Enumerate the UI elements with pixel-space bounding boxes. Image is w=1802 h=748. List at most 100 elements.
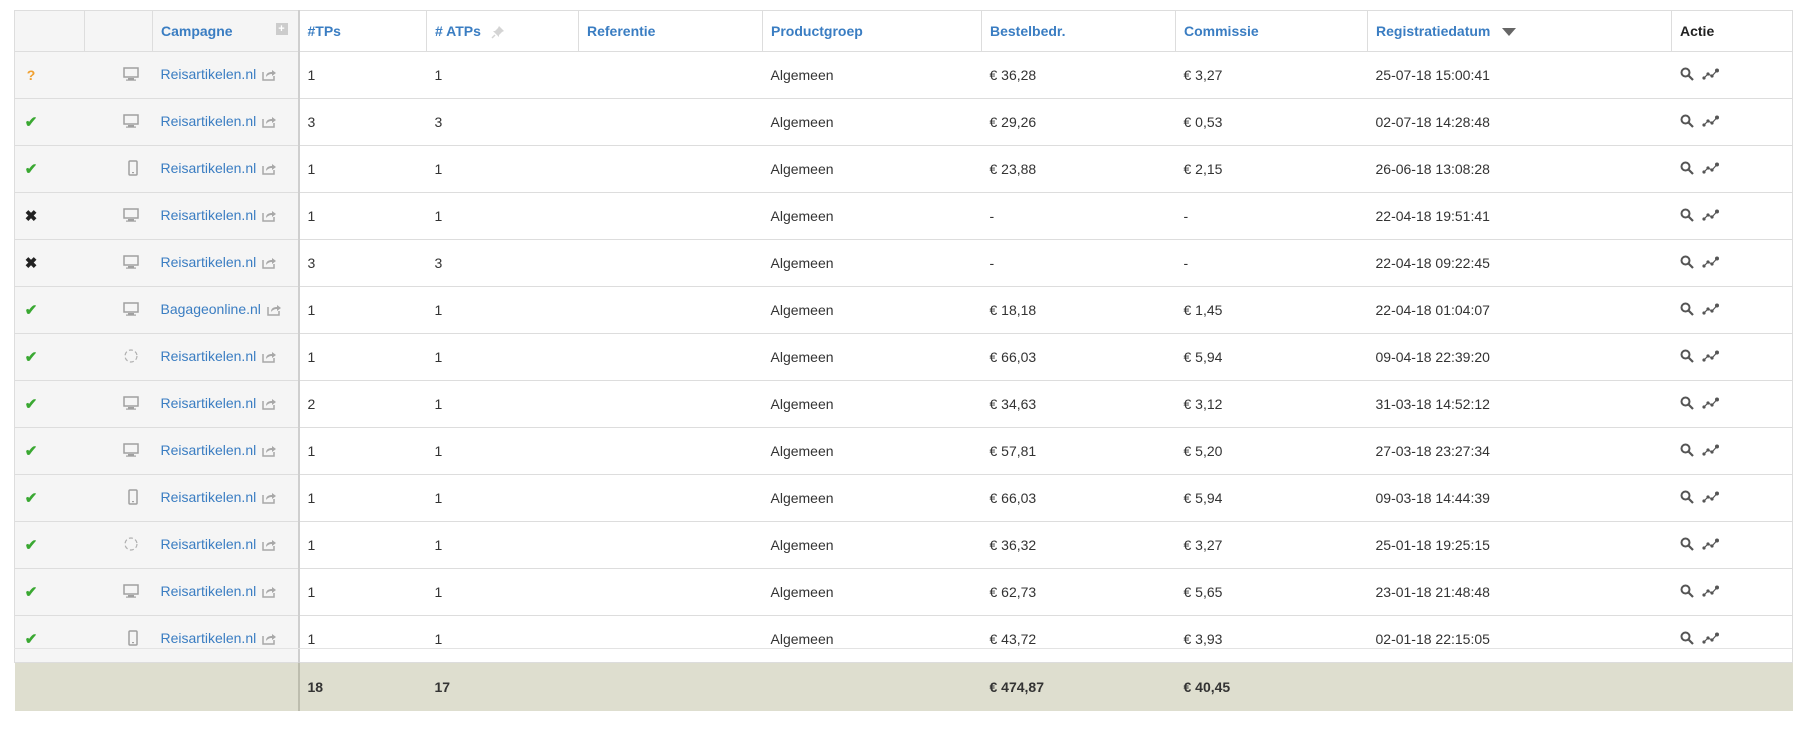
campagne-link[interactable]: Reisartikelen.nl — [161, 395, 257, 411]
table-row[interactable]: ✔ Reisartikelen.nl 3 3 Algemeen € 29,26 € 0,53… — [14, 98, 1793, 146]
campagne-link[interactable]: Reisartikelen.nl — [161, 66, 257, 82]
campagne-link[interactable]: Reisartikelen.nl — [161, 489, 257, 505]
external-link-icon[interactable] — [262, 585, 277, 601]
campagne-cell: Reisartikelen.nl — [152, 239, 300, 287]
status-cell: ✔ — [14, 615, 85, 663]
header-campagne[interactable]: Campagne + — [152, 10, 300, 52]
atps-cell: 1 — [426, 427, 579, 475]
table-row[interactable]: ✔ Reisartikelen.nl 1 1 Algemeen € 36,32 € 3,27… — [14, 521, 1793, 569]
referentie-cell — [578, 192, 763, 240]
campagne-link[interactable]: Reisartikelen.nl — [161, 207, 257, 223]
tps-cell: 1 — [298, 568, 427, 616]
trend-icon[interactable] — [1701, 302, 1720, 318]
registratiedatum-cell: 22-04-18 19:51:41 — [1367, 192, 1672, 240]
external-link-icon[interactable] — [262, 350, 277, 366]
tps-cell: 1 — [298, 286, 427, 334]
tps-cell: 1 — [298, 427, 427, 475]
table-row[interactable]: ✔ Reisartikelen.nl 2 1 Algemeen € 34,63 € 3,12… — [14, 380, 1793, 428]
desktop-icon — [122, 302, 139, 319]
campagne-link[interactable]: Bagageonline.nl — [161, 301, 261, 317]
search-icon[interactable] — [1680, 396, 1694, 413]
search-icon[interactable] — [1680, 255, 1694, 272]
actie-cell — [1671, 615, 1793, 663]
actie-cell — [1671, 192, 1793, 240]
bestelbedrag-cell: € 18,18 — [981, 286, 1176, 334]
actie-cell — [1671, 380, 1793, 428]
search-icon[interactable] — [1680, 349, 1694, 366]
search-icon[interactable] — [1680, 584, 1694, 601]
trend-icon[interactable] — [1701, 208, 1720, 224]
trend-icon[interactable] — [1701, 631, 1720, 647]
table-row[interactable]: ✔ Reisartikelen.nl 1 1 Algemeen € 23,88 € 2,15… — [14, 145, 1793, 193]
table-row[interactable]: ✖ Reisartikelen.nl 1 1 Algemeen - -22-04-18 19… — [14, 192, 1793, 240]
external-link-icon[interactable] — [262, 397, 277, 413]
table-row[interactable]: ✔ Reisartikelen.nl 1 1 Algemeen € 66,03 € 5,94… — [14, 333, 1793, 381]
trend-icon[interactable] — [1701, 443, 1720, 459]
trend-icon[interactable] — [1701, 490, 1720, 506]
table-row[interactable]: ✖ Reisartikelen.nl 3 3 Algemeen - -22-04-18 09… — [14, 239, 1793, 287]
campagne-link[interactable]: Reisartikelen.nl — [161, 583, 257, 599]
trend-icon[interactable] — [1701, 67, 1720, 83]
header-productgroep[interactable]: Productgroep — [762, 10, 982, 52]
header-commissie[interactable]: Commissie — [1175, 10, 1368, 52]
external-link-icon[interactable] — [262, 162, 277, 178]
desktop-icon — [122, 584, 139, 601]
external-link-icon[interactable] — [262, 115, 277, 131]
campagne-link[interactable]: Reisartikelen.nl — [161, 160, 257, 176]
desktop-icon — [122, 114, 139, 131]
search-icon[interactable] — [1680, 114, 1694, 131]
search-icon[interactable] — [1680, 208, 1694, 225]
campagne-link[interactable]: Reisartikelen.nl — [161, 630, 257, 646]
plus-icon[interactable]: + — [275, 23, 288, 35]
transactions-table: Campagne + #TPs # ATPs Referentie Produc… — [14, 10, 1793, 711]
table-row[interactable]: ✔ Reisartikelen.nl 1 1 Algemeen € 66,03 € 5,94… — [14, 474, 1793, 522]
campagne-link[interactable]: Reisartikelen.nl — [161, 113, 257, 129]
search-icon[interactable] — [1680, 631, 1694, 648]
external-link-icon[interactable] — [262, 209, 277, 225]
external-link-icon[interactable] — [262, 491, 277, 507]
campagne-link[interactable]: Reisartikelen.nl — [161, 442, 257, 458]
table-row[interactable]: ✔ Bagageonline.nl 1 1 Algemeen € 18,18 € 1,45 2… — [14, 286, 1793, 334]
header-tps[interactable]: #TPs — [298, 10, 427, 52]
external-link-icon[interactable] — [262, 68, 277, 84]
registratiedatum-cell: 23-01-18 21:48:48 — [1367, 568, 1672, 616]
registratiedatum-cell: 27-03-18 23:27:34 — [1367, 427, 1672, 475]
trend-icon[interactable] — [1701, 161, 1720, 177]
header-registratiedatum[interactable]: Registratiedatum — [1367, 10, 1672, 52]
external-link-icon[interactable] — [262, 444, 277, 460]
campagne-link[interactable]: Reisartikelen.nl — [161, 348, 257, 364]
search-icon[interactable] — [1680, 537, 1694, 554]
external-link-icon[interactable] — [267, 303, 282, 319]
table-row[interactable]: ✔ Reisartikelen.nl 1 1 Algemeen € 62,73 € 5,65… — [14, 568, 1793, 616]
trend-icon[interactable] — [1701, 396, 1720, 412]
header-campagne-label: Campagne — [161, 23, 233, 39]
totals-empty — [578, 662, 763, 711]
table-row[interactable]: ✔ Reisartikelen.nl 1 1 Algemeen € 43,72 € 3,93… — [14, 615, 1793, 663]
table-row[interactable]: ? Reisartikelen.nl 1 1 Algemeen € 36,28 € 3,27… — [14, 51, 1793, 99]
header-atps[interactable]: # ATPs — [426, 10, 579, 52]
search-icon[interactable] — [1680, 443, 1694, 460]
atps-cell: 3 — [426, 98, 579, 146]
campagne-link[interactable]: Reisartikelen.nl — [161, 254, 257, 270]
trend-icon[interactable] — [1701, 114, 1720, 130]
search-icon[interactable] — [1680, 67, 1694, 84]
search-icon[interactable] — [1680, 490, 1694, 507]
status-cell: ✔ — [14, 98, 85, 146]
campagne-link[interactable]: Reisartikelen.nl — [161, 536, 257, 552]
trend-icon[interactable] — [1701, 349, 1720, 365]
mobile-icon — [127, 488, 139, 508]
external-link-icon[interactable] — [262, 256, 277, 272]
trend-icon[interactable] — [1701, 584, 1720, 600]
trend-icon[interactable] — [1701, 537, 1720, 553]
table-row[interactable]: ✔ Reisartikelen.nl 1 1 Algemeen € 57,81 € 5,20… — [14, 427, 1793, 475]
actie-cell — [1671, 521, 1793, 569]
header-referentie[interactable]: Referentie — [578, 10, 763, 52]
referentie-cell — [578, 239, 763, 287]
pin-icon[interactable] — [491, 25, 505, 39]
search-icon[interactable] — [1680, 302, 1694, 319]
external-link-icon[interactable] — [262, 538, 277, 554]
trend-icon[interactable] — [1701, 255, 1720, 271]
external-link-icon[interactable] — [262, 632, 277, 648]
search-icon[interactable] — [1680, 161, 1694, 178]
header-bestelbedrag[interactable]: Bestelbedr. — [981, 10, 1176, 52]
